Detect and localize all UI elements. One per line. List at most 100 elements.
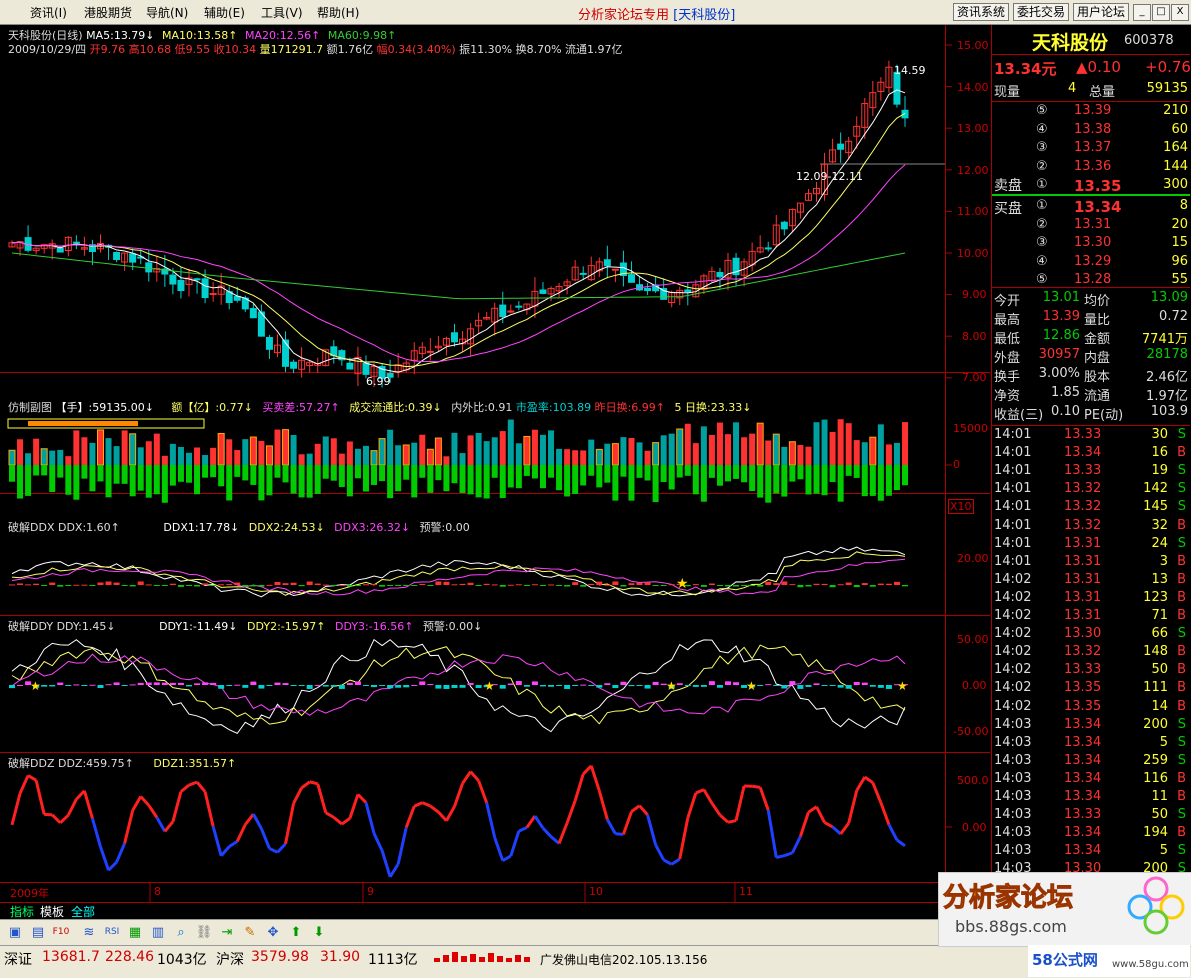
tick-row[interactable]: 14:0113.313B — [992, 554, 1190, 572]
ddy-bar — [331, 685, 337, 687]
ddy-bar — [411, 685, 417, 686]
export-icon[interactable]: ⇥ — [218, 924, 236, 941]
tick-row[interactable]: 14:0213.3171B — [992, 608, 1190, 626]
stat-row[interactable]: 最高13.39量比0.72 — [992, 309, 1190, 327]
tick-row[interactable]: 14:0113.3319S — [992, 463, 1190, 481]
tick-row[interactable]: 14:0113.32145S — [992, 499, 1190, 517]
ma5-line — [12, 90, 905, 372]
stat-row[interactable]: 最低12.86金额7741万 — [992, 328, 1190, 346]
ask-row[interactable]: ⑤13.39210 — [992, 103, 1190, 121]
ddz-header: 破解DDZ DDZ:459.75↑ DDZ1:351.57↑ — [8, 755, 236, 771]
move-icon[interactable]: ✥ — [264, 924, 282, 941]
tick-row[interactable]: 14:0313.34116B — [992, 771, 1190, 789]
tab-template[interactable]: 模板 — [40, 903, 64, 920]
line-chart-icon[interactable]: ≋ — [80, 924, 98, 941]
sell-volume-bar — [419, 465, 425, 478]
tick-row[interactable]: 14:0313.3350S — [992, 807, 1190, 825]
arrow-up-icon[interactable]: ⬆ — [287, 924, 305, 941]
tick-row[interactable]: 14:0213.3066S — [992, 626, 1190, 644]
stat-row[interactable]: 外盘30957内盘28178 — [992, 347, 1190, 365]
bar-amount: 额1.76亿 — [327, 43, 374, 56]
search-icon[interactable]: ⌕ — [172, 924, 190, 941]
tick-row[interactable]: 14:0113.3330S — [992, 427, 1190, 445]
ddx-bar — [468, 583, 474, 585]
menu-item-info[interactable]: 资讯(I) — [30, 4, 67, 21]
ddz-segment — [656, 845, 664, 860]
tick-row[interactable]: 14:0313.34194B — [992, 825, 1190, 843]
ask-row[interactable]: ④13.3860 — [992, 122, 1190, 140]
tab-all[interactable]: 全部 — [71, 903, 95, 920]
volume-bar — [266, 446, 272, 465]
tick-row[interactable]: 14:0313.34259S — [992, 753, 1190, 771]
ddy-bar — [476, 685, 482, 688]
rsi-icon[interactable]: RSI — [103, 924, 121, 941]
link-icon[interactable]: ⛓ — [195, 924, 213, 941]
menu-item-hk[interactable]: 港股期货 — [84, 4, 132, 21]
volume-bar — [765, 441, 771, 465]
info-system-button[interactable]: 资讯系统 — [953, 3, 1009, 21]
stat-row[interactable]: 换手3.00%股本2.46亿 — [992, 366, 1190, 384]
stat-row[interactable]: 收益(三)0.10PE(动)103.9 — [992, 404, 1190, 422]
forum-button[interactable]: 用户论坛 — [1073, 3, 1129, 21]
volume-bar — [106, 438, 112, 465]
tab-bar: 指标 模板 全部 — [0, 902, 990, 919]
tick-row[interactable]: 14:0113.32142S — [992, 481, 1190, 499]
bid-row[interactable]: ⑤13.2855 — [992, 272, 1190, 290]
tick-row[interactable]: 14:0213.3113B — [992, 572, 1190, 590]
menu-item-nav[interactable]: 导航(N) — [146, 4, 188, 21]
bid-row[interactable]: ④13.2996 — [992, 254, 1190, 272]
tab-indicator[interactable]: 指标 — [10, 903, 34, 920]
ddx-bar — [347, 585, 353, 587]
menu-item-tools[interactable]: 工具(V) — [261, 4, 303, 21]
tick-row[interactable]: 14:0113.3124S — [992, 536, 1190, 554]
sell-volume-bar — [645, 465, 651, 480]
tick-row[interactable]: 14:0213.31123B — [992, 590, 1190, 608]
total-vol-label: 总量 — [1089, 81, 1115, 100]
tick-row[interactable]: 14:0113.3232B — [992, 518, 1190, 536]
maximize-button[interactable]: □ — [1152, 4, 1170, 21]
tick-row[interactable]: 14:0113.3416B — [992, 445, 1190, 463]
chart-area[interactable]: ★★★★★★ 天科股份(日线) MA5:13.79↓ MA10:13.58↑ M… — [0, 25, 990, 902]
pencil-icon[interactable]: ✎ — [241, 924, 259, 941]
table-icon[interactable]: ▥ — [149, 924, 167, 941]
ddx-bar — [419, 584, 425, 585]
ask-row[interactable]: ③13.37164 — [992, 140, 1190, 158]
bid-row[interactable]: ③13.3015 — [992, 235, 1190, 253]
tick-price: 13.34 — [1064, 445, 1101, 460]
close-button[interactable]: X — [1171, 4, 1189, 21]
stat-row[interactable]: 净资1.85流通1.97亿 — [992, 385, 1190, 403]
ddz-segment — [366, 803, 374, 834]
ddx-bar — [226, 584, 232, 585]
tick-row[interactable]: 14:0313.345S — [992, 735, 1190, 753]
monitor-icon[interactable]: ▣ — [6, 924, 24, 941]
ddz-segment — [406, 806, 414, 827]
bid-row[interactable]: ①13.348 — [992, 198, 1190, 216]
grid-icon[interactable]: ▤ — [29, 924, 47, 941]
ddz-segment — [398, 828, 406, 865]
tick-row[interactable]: 14:0213.35111B — [992, 680, 1190, 698]
tick-row[interactable]: 14:0313.3411B — [992, 789, 1190, 807]
ddy-bar — [234, 685, 240, 686]
f10-icon[interactable]: F10 — [52, 924, 70, 941]
tick-row[interactable]: 14:0213.3350B — [992, 662, 1190, 680]
tick-row[interactable]: 14:0213.32148B — [992, 644, 1190, 662]
menu-item-assist[interactable]: 辅助(E) — [204, 4, 245, 21]
arrow-down-icon[interactable]: ⬇ — [310, 924, 328, 941]
minimize-button[interactable]: _ — [1133, 4, 1151, 21]
tick-row[interactable]: 14:0313.345S — [992, 843, 1190, 861]
stat-row[interactable]: 今开13.01均价13.09 — [992, 290, 1190, 308]
ddz-segment — [454, 783, 462, 806]
volume-row: 现量 4 总量 59135 — [992, 81, 1190, 99]
trade-button[interactable]: 委托交易 — [1013, 3, 1069, 21]
tick-row[interactable]: 14:0213.3514B — [992, 699, 1190, 717]
refresh-icon[interactable]: ▦ — [126, 924, 144, 941]
ask-row[interactable]: ②13.36144 — [992, 159, 1190, 177]
tick-row[interactable]: 14:0313.34200S — [992, 717, 1190, 735]
volume-bar — [73, 430, 79, 465]
ask-row[interactable]: ①13.35300 — [992, 177, 1190, 195]
bid-row[interactable]: ②13.3120 — [992, 217, 1190, 235]
volume-bar — [773, 434, 779, 465]
ddy-bar — [548, 685, 554, 687]
menu-item-help[interactable]: 帮助(H) — [317, 4, 359, 21]
ddz-segment — [28, 775, 36, 780]
